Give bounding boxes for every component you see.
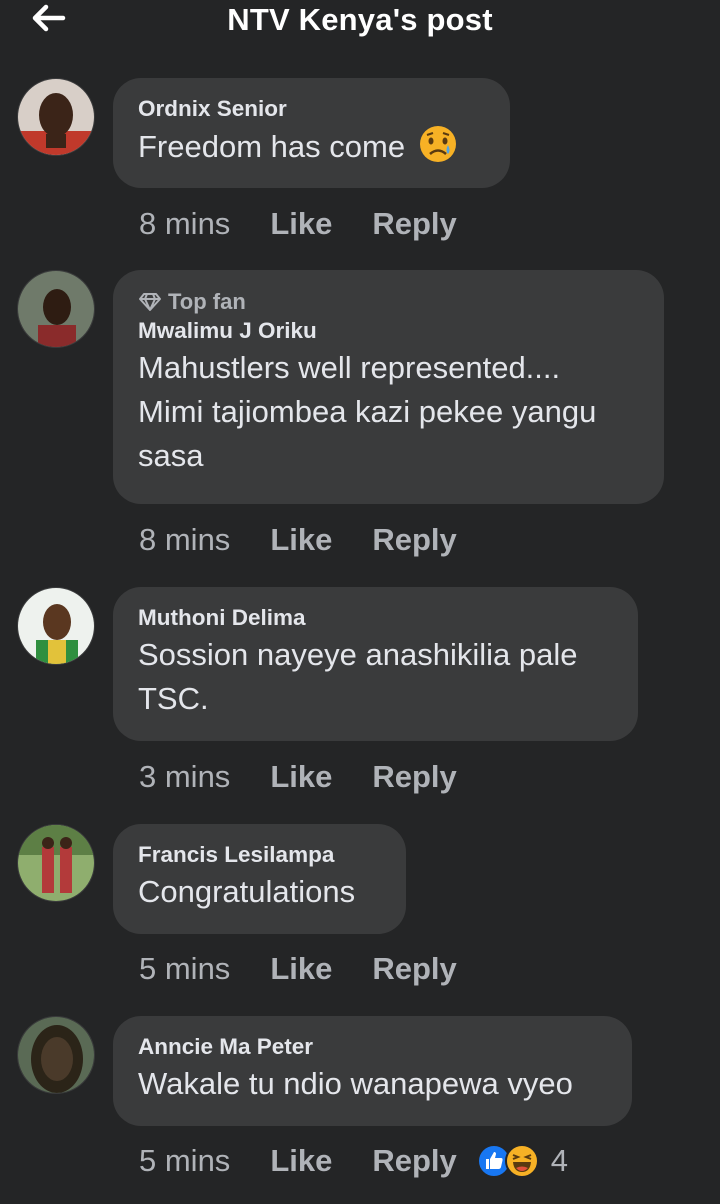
comment-text: Congratulations	[138, 870, 382, 914]
commenter-name[interactable]: Mwalimu J Oriku	[138, 316, 640, 346]
comment-line: Wakale tu ndio wanapewa vyeo	[138, 1066, 573, 1101]
comment-line: Mimi tajiombea kazi pekee yangu	[138, 394, 597, 429]
comment-text: Wakale tu ndio wanapewa vyeo	[138, 1062, 608, 1106]
haha-reaction-icon	[504, 1144, 539, 1178]
comment-time[interactable]: 5 mins	[139, 951, 230, 987]
commenter-name[interactable]: Ordnix Senior	[138, 94, 486, 124]
reply-button[interactable]: Reply	[372, 759, 456, 795]
comment-text: Sossion nayeye anashikilia pale TSC.	[138, 633, 614, 721]
comment-bubble[interactable]: Ordnix Senior Freedom has come	[113, 78, 510, 188]
comment-line: Congratulations	[138, 874, 356, 909]
comment-line: sasa	[138, 438, 204, 473]
avatar[interactable]	[17, 1016, 95, 1094]
reactions-summary[interactable]: 4	[476, 1143, 569, 1179]
comment-time[interactable]: 8 mins	[139, 522, 230, 558]
sad-tear-emoji	[419, 126, 456, 162]
comment-line: Mahustlers well represented....	[138, 350, 561, 385]
like-button[interactable]: Like	[270, 951, 332, 987]
top-fan-label: Top fan	[168, 289, 246, 314]
top-fan-badge: Top fan	[138, 288, 640, 316]
comment-meta: 5 mins Like Reply	[139, 949, 457, 989]
reaction-count: 4	[550, 1143, 569, 1178]
comment-bubble[interactable]: Muthoni Delima Sossion nayeye anashikili…	[113, 587, 638, 741]
comment-meta: 5 mins Like Reply 4	[139, 1141, 568, 1181]
diamond-icon	[139, 293, 161, 311]
comment-bubble[interactable]: Anncie Ma Peter Wakale tu ndio wanapewa …	[113, 1016, 632, 1126]
comment-line: Sossion nayeye anashikilia pale	[138, 637, 578, 672]
avatar[interactable]	[17, 270, 95, 348]
avatar[interactable]	[17, 824, 95, 902]
like-button[interactable]: Like	[270, 759, 332, 795]
page-title: NTV Kenya's post	[227, 2, 493, 37]
comment-meta: 8 mins Like Reply	[139, 520, 457, 560]
comment-time[interactable]: 3 mins	[139, 759, 230, 795]
comment-line: Freedom has come	[138, 129, 406, 164]
commenter-name[interactable]: Anncie Ma Peter	[138, 1032, 608, 1062]
like-button[interactable]: Like	[270, 522, 332, 558]
commenter-name[interactable]: Muthoni Delima	[138, 603, 614, 633]
avatar[interactable]	[17, 587, 95, 665]
comment-time[interactable]: 5 mins	[139, 1143, 230, 1179]
comment-bubble[interactable]: Francis Lesilampa Congratulations	[113, 824, 406, 934]
comment-meta: 8 mins Like Reply	[139, 204, 457, 244]
like-button[interactable]: Like	[270, 206, 332, 242]
reply-button[interactable]: Reply	[372, 522, 456, 558]
avatar[interactable]	[17, 78, 95, 156]
like-button[interactable]: Like	[270, 1143, 332, 1179]
top-bar: NTV Kenya's post	[0, 0, 720, 44]
comment-meta: 3 mins Like Reply	[139, 757, 457, 797]
comment-bubble[interactable]: Top fan Mwalimu J Oriku Mahustlers well …	[113, 270, 664, 504]
reply-button[interactable]: Reply	[372, 951, 456, 987]
comment-text: Freedom has come	[138, 124, 486, 169]
commenter-name[interactable]: Francis Lesilampa	[138, 840, 382, 870]
comment-text: Mahustlers well represented.... Mimi taj…	[138, 346, 640, 478]
reply-button[interactable]: Reply	[372, 206, 456, 242]
comment-line: TSC.	[138, 681, 209, 716]
reply-button[interactable]: Reply	[372, 1143, 456, 1179]
comment-time[interactable]: 8 mins	[139, 206, 230, 242]
